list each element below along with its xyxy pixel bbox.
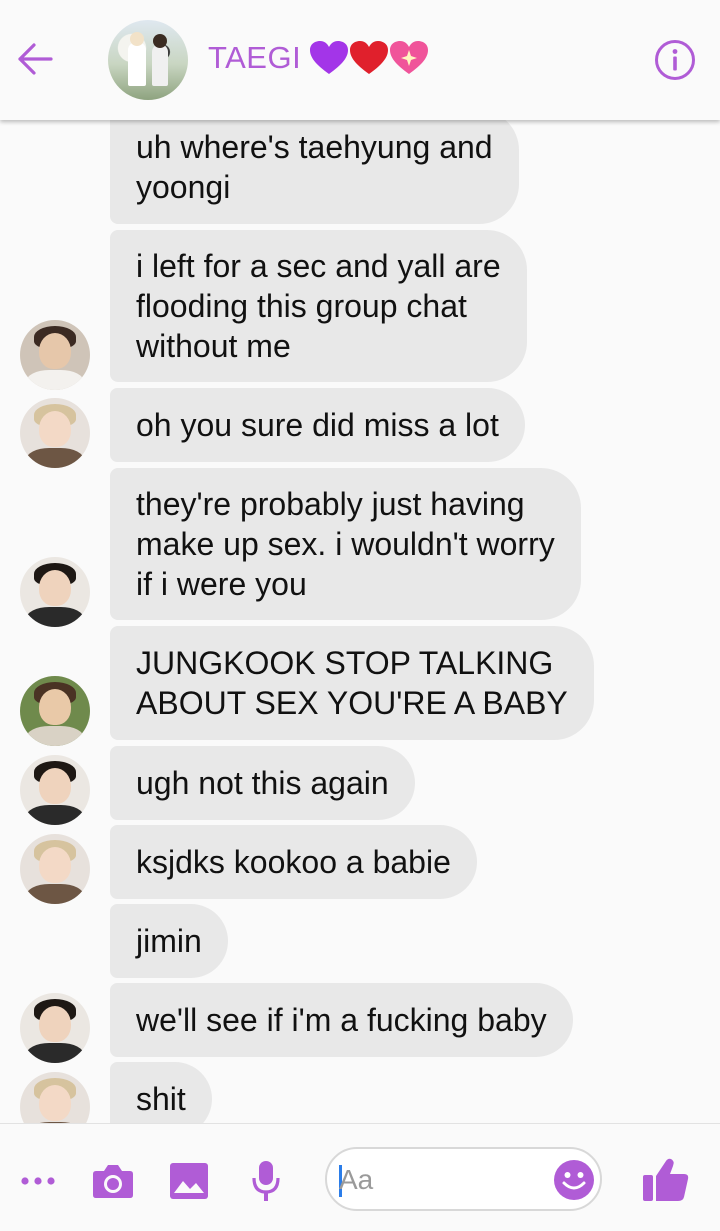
- info-icon[interactable]: [652, 37, 698, 83]
- message-line: i left for a sec and yall are: [136, 248, 501, 284]
- message-line: make up sex. i wouldn't worry: [136, 526, 555, 562]
- message-bubble[interactable]: we'll see if i'm a fucking baby: [110, 983, 573, 1057]
- message-line: uh where's taehyung and: [136, 129, 493, 165]
- sparkling-heart-icon: [390, 41, 429, 74]
- gallery-icon[interactable]: [166, 1158, 212, 1204]
- message-line: they're probably just having: [136, 486, 525, 522]
- sender-avatar-jungkook[interactable]: [20, 993, 90, 1063]
- message-line: yoongi: [136, 169, 231, 205]
- message-line: ksjdks kookoo a babie: [136, 844, 451, 880]
- purple-heart-icon: [310, 41, 349, 74]
- sender-avatar-jimin[interactable]: [20, 1072, 90, 1123]
- thumbs-up-icon[interactable]: [640, 1154, 692, 1206]
- message-line: jimin: [136, 923, 202, 959]
- message-line: if i were you: [136, 566, 307, 602]
- messenger-chat-screen: TAEGI uh where's taehyung and yoongi i l…: [0, 0, 720, 1231]
- sender-avatar-jimin[interactable]: [20, 398, 90, 468]
- sender-avatar-seokjin[interactable]: [20, 676, 90, 746]
- message-line: JUNGKOOK STOP TALKING: [136, 645, 554, 681]
- chat-title-text: TAEGI: [208, 40, 302, 75]
- message-bubble[interactable]: ksjdks kookoo a babie: [110, 825, 477, 899]
- chat-title[interactable]: TAEGI: [208, 40, 429, 76]
- sender-avatar-hoseok[interactable]: [20, 320, 90, 390]
- message-bubble[interactable]: uh where's taehyung and yoongi: [110, 120, 519, 224]
- emoji-icon[interactable]: [553, 1159, 595, 1201]
- message-line: ABOUT SEX YOU'RE A BABY: [136, 685, 568, 721]
- back-arrow-icon[interactable]: [12, 36, 58, 82]
- message-input[interactable]: [339, 1161, 549, 1199]
- message-bubble[interactable]: ugh not this again: [110, 746, 415, 820]
- message-line: without me: [136, 328, 291, 364]
- group-avatar[interactable]: [108, 20, 188, 100]
- message-composer: [0, 1123, 720, 1231]
- message-list[interactable]: uh where's taehyung and yoongi i left fo…: [0, 120, 720, 1123]
- chat-header: TAEGI: [0, 0, 720, 120]
- message-input-box[interactable]: [325, 1147, 602, 1211]
- message-line: we'll see if i'm a fucking baby: [136, 1002, 547, 1038]
- more-options-icon[interactable]: [15, 1158, 61, 1204]
- message-bubble[interactable]: JUNGKOOK STOP TALKING ABOUT SEX YOU'RE A…: [110, 626, 594, 740]
- message-bubble[interactable]: oh you sure did miss a lot: [110, 388, 525, 462]
- message-bubble[interactable]: jimin: [110, 904, 228, 978]
- message-line: flooding this group chat: [136, 288, 467, 324]
- title-emojis: [309, 40, 429, 76]
- message-line: ugh not this again: [136, 765, 389, 801]
- message-line: shit: [136, 1081, 186, 1117]
- red-heart-icon: [350, 41, 389, 74]
- message-bubble[interactable]: shit: [110, 1062, 212, 1123]
- sender-avatar-jimin[interactable]: [20, 834, 90, 904]
- microphone-icon[interactable]: [243, 1158, 289, 1204]
- sender-avatar-jungkook[interactable]: [20, 755, 90, 825]
- camera-icon[interactable]: [90, 1158, 136, 1204]
- message-bubble[interactable]: i left for a sec and yall are flooding t…: [110, 230, 527, 382]
- message-line: oh you sure did miss a lot: [136, 407, 499, 443]
- sender-avatar-jungkook[interactable]: [20, 557, 90, 627]
- message-bubble[interactable]: they're probably just having make up sex…: [110, 468, 581, 620]
